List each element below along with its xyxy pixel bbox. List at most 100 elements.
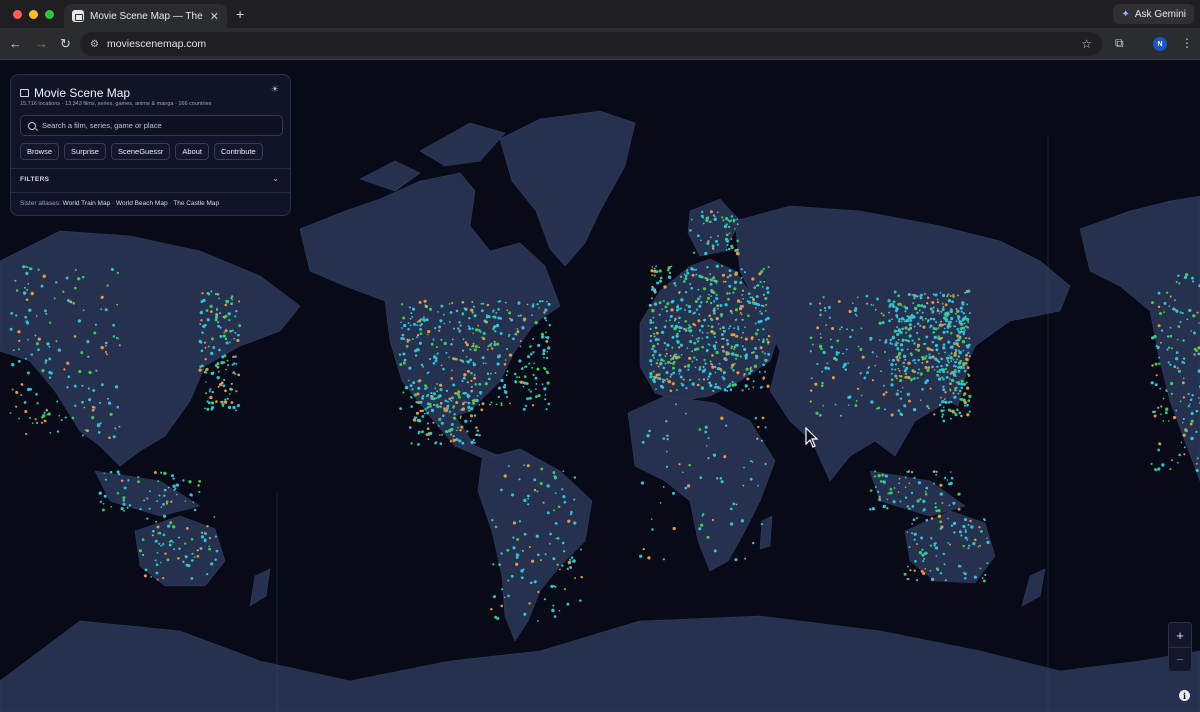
scene-marker[interactable] xyxy=(683,273,686,276)
scene-marker[interactable] xyxy=(421,397,424,400)
scene-marker[interactable] xyxy=(705,300,709,303)
scene-marker[interactable] xyxy=(106,284,109,287)
scene-marker[interactable] xyxy=(104,350,108,354)
scene-marker[interactable] xyxy=(530,559,535,563)
scene-marker[interactable] xyxy=(764,309,767,312)
scene-marker[interactable] xyxy=(190,494,193,497)
scene-marker[interactable] xyxy=(37,337,41,341)
scene-marker[interactable] xyxy=(518,376,521,379)
scene-marker[interactable] xyxy=(738,306,743,311)
scene-marker[interactable] xyxy=(721,216,724,219)
scene-marker[interactable] xyxy=(523,375,527,378)
scene-marker[interactable] xyxy=(1189,422,1193,426)
scene-marker[interactable] xyxy=(685,270,688,273)
scene-marker[interactable] xyxy=(457,327,460,330)
scene-marker[interactable] xyxy=(725,217,729,221)
scene-marker[interactable] xyxy=(940,364,943,368)
scene-marker[interactable] xyxy=(647,556,651,560)
scene-marker[interactable] xyxy=(895,341,898,343)
scene-marker[interactable] xyxy=(942,406,945,409)
scene-marker[interactable] xyxy=(515,555,519,559)
scene-marker[interactable] xyxy=(947,323,950,326)
scene-marker[interactable] xyxy=(141,538,145,542)
scene-marker[interactable] xyxy=(37,348,40,351)
scene-marker[interactable] xyxy=(1154,362,1158,366)
scene-marker[interactable] xyxy=(224,337,228,341)
scene-marker[interactable] xyxy=(740,268,743,271)
scene-marker[interactable] xyxy=(30,291,34,296)
scene-marker[interactable] xyxy=(696,347,700,351)
scene-marker[interactable] xyxy=(925,518,929,522)
scene-marker[interactable] xyxy=(727,297,730,301)
scene-marker[interactable] xyxy=(716,243,719,246)
scene-marker[interactable] xyxy=(699,366,702,369)
scene-marker[interactable] xyxy=(143,574,147,578)
scene-marker[interactable] xyxy=(764,462,767,466)
scene-marker[interactable] xyxy=(856,296,859,299)
scene-marker[interactable] xyxy=(427,371,430,374)
scene-marker[interactable] xyxy=(890,378,894,382)
scene-marker[interactable] xyxy=(12,349,15,352)
scene-marker[interactable] xyxy=(25,271,29,276)
scene-marker[interactable] xyxy=(694,366,697,369)
scene-marker[interactable] xyxy=(531,404,535,407)
scene-marker[interactable] xyxy=(667,275,672,279)
scene-marker[interactable] xyxy=(961,326,966,330)
scene-marker[interactable] xyxy=(704,362,707,365)
scene-marker[interactable] xyxy=(1196,311,1199,314)
scene-marker[interactable] xyxy=(534,321,538,325)
scene-marker[interactable] xyxy=(494,525,498,529)
scene-marker[interactable] xyxy=(962,366,964,369)
scene-marker[interactable] xyxy=(697,337,700,340)
scene-marker[interactable] xyxy=(548,542,551,545)
browser-tab-active[interactable]: Movie Scene Map — The Film ✕ xyxy=(64,4,227,28)
scene-marker[interactable] xyxy=(729,522,734,526)
scene-marker[interactable] xyxy=(884,474,888,478)
scene-marker[interactable] xyxy=(1177,462,1179,464)
scene-marker[interactable] xyxy=(662,366,666,370)
scene-marker[interactable] xyxy=(962,524,966,529)
scene-marker[interactable] xyxy=(949,388,952,391)
scene-marker[interactable] xyxy=(74,268,77,272)
scene-marker[interactable] xyxy=(958,345,960,348)
scene-marker[interactable] xyxy=(897,294,901,298)
scene-marker[interactable] xyxy=(518,381,521,383)
scene-marker[interactable] xyxy=(707,343,710,346)
scene-marker[interactable] xyxy=(825,324,828,326)
scene-marker[interactable] xyxy=(1170,381,1174,386)
scene-marker[interactable] xyxy=(765,338,769,341)
scene-marker[interactable] xyxy=(823,306,827,310)
scene-marker[interactable] xyxy=(688,463,691,467)
scene-marker[interactable] xyxy=(725,424,728,427)
scene-marker[interactable] xyxy=(934,546,939,550)
scene-marker[interactable] xyxy=(105,353,108,356)
scene-marker[interactable] xyxy=(957,361,962,365)
scene-marker[interactable] xyxy=(127,479,130,482)
scene-marker[interactable] xyxy=(700,324,704,328)
scene-marker[interactable] xyxy=(535,388,537,390)
scene-marker[interactable] xyxy=(418,341,422,345)
scene-marker[interactable] xyxy=(937,514,942,518)
scene-marker[interactable] xyxy=(964,530,967,533)
scene-marker[interactable] xyxy=(427,438,430,441)
scene-marker[interactable] xyxy=(217,370,220,373)
scene-marker[interactable] xyxy=(110,505,113,508)
scene-marker[interactable] xyxy=(871,351,874,354)
scene-marker[interactable] xyxy=(11,388,14,391)
scene-marker[interactable] xyxy=(728,284,732,288)
scene-marker[interactable] xyxy=(659,362,663,366)
scene-marker[interactable] xyxy=(1195,462,1198,465)
scene-marker[interactable] xyxy=(669,314,673,318)
scene-marker[interactable] xyxy=(1151,301,1154,305)
scene-marker[interactable] xyxy=(55,281,58,284)
scene-marker[interactable] xyxy=(1174,308,1177,311)
scene-marker[interactable] xyxy=(432,338,435,341)
scene-marker[interactable] xyxy=(408,426,412,429)
scene-marker[interactable] xyxy=(925,355,928,358)
scene-marker[interactable] xyxy=(163,494,166,497)
scene-marker[interactable] xyxy=(1157,305,1161,309)
scene-marker[interactable] xyxy=(874,470,877,473)
scene-marker[interactable] xyxy=(531,366,534,369)
scene-marker[interactable] xyxy=(848,395,852,399)
scene-marker[interactable] xyxy=(693,268,696,271)
